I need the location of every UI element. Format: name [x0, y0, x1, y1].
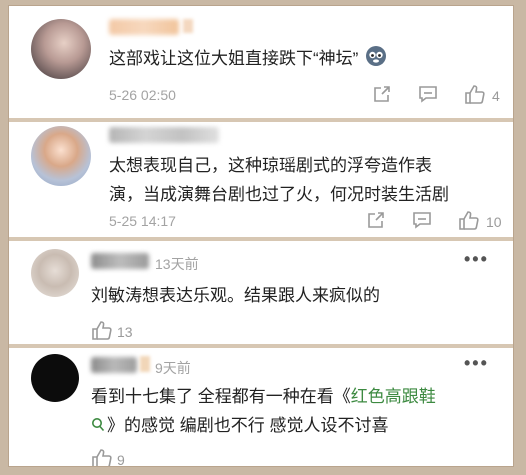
more-icon[interactable]: ••• [464, 353, 489, 374]
avatar[interactable] [31, 19, 91, 79]
comment-actions: 13 [91, 320, 133, 343]
comment-actions: 10 [366, 210, 502, 233]
emoji-icon [365, 45, 387, 76]
comment-text: 这部戏让这位大姐直接跌下“神坛” [109, 44, 387, 76]
username-blurred[interactable] [109, 19, 179, 35]
comment-text: 太想表现自己，这种琼瑶剧式的浮夸造作表 演，当成演舞台剧也过了火，何况时装生活剧 [109, 156, 449, 204]
keyword-link[interactable]: 红色高跟鞋 [351, 387, 436, 406]
comment-actions: 4 [372, 84, 500, 107]
like-icon[interactable] [91, 448, 113, 466]
like-count: 13 [117, 323, 133, 340]
comment-3: 13天前 ••• 刘敏涛想表达乐观。结果跟人来疯似的 13 [9, 241, 513, 344]
username-blurred[interactable] [91, 357, 137, 373]
username-blurred[interactable] [91, 253, 149, 269]
share-icon[interactable] [366, 210, 386, 233]
user-badge [183, 19, 193, 33]
comment-time: 13天前 [155, 256, 199, 272]
like-icon[interactable] [458, 210, 480, 233]
comment-icon[interactable] [418, 84, 438, 107]
comment-list: 这部戏让这位大姐直接跌下“神坛” 5-26 02:50 4 太想表现自己，这种琼… [8, 5, 514, 467]
avatar[interactable] [31, 354, 79, 402]
comment-actions: 9 [91, 448, 125, 467]
comment-time: 9天前 [155, 360, 191, 376]
like-icon[interactable] [464, 84, 486, 107]
share-icon[interactable] [372, 84, 392, 107]
like-count: 9 [117, 451, 125, 467]
username-blurred[interactable] [109, 127, 219, 143]
avatar[interactable] [31, 126, 91, 186]
comment-text: 刘敏涛想表达乐观。结果跟人来疯似的 [91, 286, 380, 305]
comment-4: 9天前 ••• 看到十七集了 全程都有一种在看《红色高跟鞋 》的感觉 编剧也不行… [9, 348, 513, 467]
avatar[interactable] [31, 249, 79, 297]
like-icon[interactable] [91, 320, 113, 343]
search-icon[interactable] [91, 413, 105, 442]
user-badge [140, 356, 150, 372]
like-count: 10 [486, 213, 502, 230]
comment-text: 看到十七集了 全程都有一种在看《红色高跟鞋 》的感觉 编剧也不行 感觉人设不讨喜 [91, 382, 436, 442]
more-icon[interactable]: ••• [464, 249, 489, 270]
comment-time: 5-26 02:50 [109, 87, 176, 103]
like-count: 4 [492, 87, 500, 104]
comment-time: 5-25 14:17 [109, 213, 176, 229]
comment-1: 这部戏让这位大姐直接跌下“神坛” 5-26 02:50 4 [9, 6, 513, 118]
comment-icon[interactable] [412, 210, 432, 233]
comment-2: 太想表现自己，这种琼瑶剧式的浮夸造作表 演，当成演舞台剧也过了火，何况时装生活剧… [9, 122, 513, 237]
